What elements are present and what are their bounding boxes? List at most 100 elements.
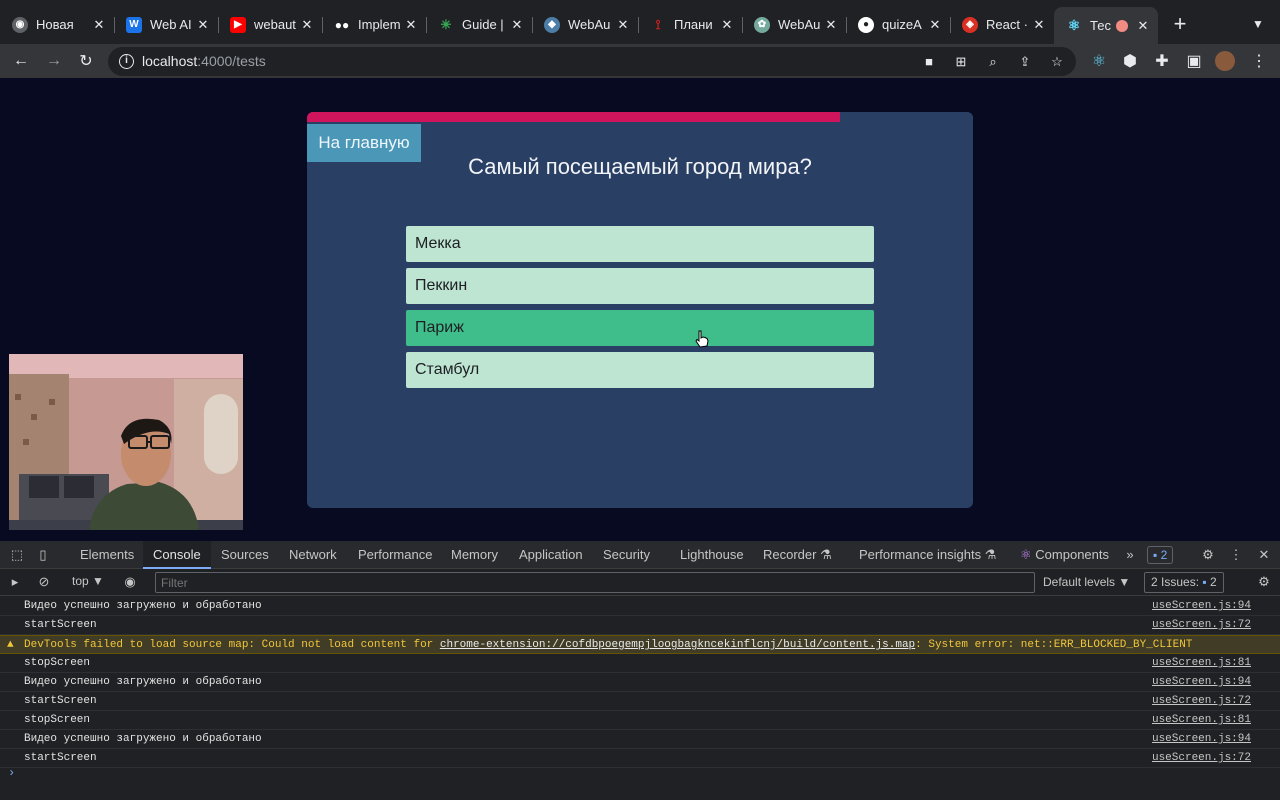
console-warning: ▲ DevTools failed to load source map: Co…	[0, 635, 1280, 654]
bookmark-star-icon[interactable]: ☆	[1048, 53, 1066, 71]
close-icon[interactable]: ✕	[926, 16, 944, 34]
zoom-icon[interactable]: ⌕	[984, 53, 1002, 71]
answer-option[interactable]: Париж	[406, 310, 874, 346]
browser-tab[interactable]: ⟟ Плани ✕	[638, 8, 742, 41]
close-icon[interactable]: ✕	[90, 16, 108, 34]
devtools-tab-performance[interactable]: Performance	[358, 541, 432, 569]
tab-search-icon[interactable]: ▼	[1248, 14, 1268, 34]
source-map-link[interactable]: chrome-extension://cofdbpoegempjloogbagk…	[440, 639, 915, 651]
devtools-tab-sources[interactable]: Sources	[221, 541, 269, 569]
planner-icon: ⟟	[650, 16, 666, 33]
browser-tab[interactable]: W Web AI ✕	[114, 8, 218, 41]
react-devtools-extension-icon[interactable]: ⚛	[1087, 49, 1111, 73]
issues-badge[interactable]: ▪ 2	[1147, 546, 1174, 564]
forward-icon[interactable]: →	[42, 49, 66, 73]
camera-icon[interactable]: ■	[920, 53, 938, 71]
devtools-tab-recorder[interactable]: Recorder ⚗	[763, 541, 832, 569]
browser-tab[interactable]: ●● Implem ✕	[322, 8, 426, 41]
devtools-tab-console[interactable]: Console	[143, 541, 211, 569]
browser-tab[interactable]: ◈ React · ✕	[950, 8, 1054, 41]
source-link[interactable]: useScreen.js:72	[1152, 619, 1251, 631]
github-icon: ●	[858, 16, 874, 33]
console-message: startScreen useScreen.js:72	[0, 749, 1280, 768]
webcam-preview	[9, 354, 243, 530]
console-message: Видео успешно загружено и обработано use…	[0, 673, 1280, 692]
translate-icon[interactable]: ⊞	[952, 53, 970, 71]
close-icon[interactable]: ✕	[1030, 16, 1048, 34]
issues-counter[interactable]: 2 Issues: ▪ 2	[1144, 572, 1224, 593]
chatgpt-icon: ✿	[754, 16, 770, 33]
new-tab-button[interactable]: +	[1168, 12, 1192, 36]
reload-icon[interactable]: ↻	[74, 49, 98, 73]
answer-option[interactable]: Мекка	[406, 226, 874, 262]
browser-tab[interactable]: ▶ webaut ✕	[218, 8, 322, 41]
quiz-progress-bar	[307, 112, 973, 122]
answer-option[interactable]: Стамбул	[406, 352, 874, 388]
browser-tab[interactable]: ◆ WebAu ✕	[532, 8, 638, 41]
console-filter-input[interactable]	[155, 572, 1035, 593]
source-link[interactable]: useScreen.js:81	[1152, 657, 1251, 669]
devtools-tab-elements[interactable]: Elements	[80, 541, 134, 569]
devtools-tab-network[interactable]: Network	[289, 541, 337, 569]
devtools-tab-performance-insights[interactable]: Performance insights ⚗	[859, 541, 996, 569]
extension-icon[interactable]: ⬢	[1118, 49, 1142, 73]
youtube-icon: ▶	[230, 16, 246, 33]
close-icon[interactable]: ✕	[402, 16, 420, 34]
close-icon[interactable]: ✕	[1256, 547, 1272, 563]
devtools-tab-application[interactable]: Application	[519, 541, 583, 569]
sidebar-toggle-icon[interactable]: ▸	[7, 574, 23, 590]
log-levels-dropdown[interactable]: Default levels ▼	[1043, 575, 1130, 589]
devtools-panel: ⬚ ▯ Elements Console Sources Network Per…	[0, 541, 1280, 800]
devtools-tab-components[interactable]: ⚛ Components	[1020, 541, 1109, 569]
source-link[interactable]: useScreen.js:94	[1152, 676, 1251, 688]
inspect-element-icon[interactable]: ⬚	[9, 547, 25, 563]
share-icon[interactable]: ⇪	[1016, 53, 1034, 71]
page-viewport: На главную Самый посещаемый город мира? …	[0, 78, 1280, 541]
device-toolbar-icon[interactable]: ▯	[35, 547, 51, 563]
side-panel-icon[interactable]: ▣	[1182, 49, 1206, 73]
console-message: stopScreen useScreen.js:81	[0, 654, 1280, 673]
console-prompt[interactable]: ›	[8, 766, 15, 780]
kebab-menu-icon[interactable]: ⋮	[1228, 547, 1244, 563]
eye-icon[interactable]: ◉	[122, 574, 138, 590]
source-link[interactable]: useScreen.js:81	[1152, 714, 1251, 726]
guide-icon: ✳	[438, 16, 454, 33]
devtools-tab-lighthouse[interactable]: Lighthouse	[680, 541, 744, 569]
quiz-question: Самый посещаемый город мира?	[468, 154, 812, 179]
source-link[interactable]: useScreen.js:72	[1152, 695, 1251, 707]
site-info-icon[interactable]: i	[119, 54, 134, 69]
close-icon[interactable]: ✕	[508, 16, 526, 34]
close-icon[interactable]: ✕	[614, 16, 632, 34]
dropdown-arrow-icon: ▼	[1118, 575, 1131, 589]
devtools-tab-security[interactable]: Security	[603, 541, 650, 569]
browser-tab-active[interactable]: ⚛ Тес ✕	[1054, 7, 1158, 44]
console-message: startScreen useScreen.js:72	[0, 692, 1280, 711]
gear-icon[interactable]: ⚙	[1256, 574, 1272, 590]
context-selector[interactable]: top ▼	[72, 574, 104, 588]
close-icon[interactable]: ✕	[298, 16, 316, 34]
console-output: Видео успешно загружено и обработано use…	[0, 597, 1280, 800]
console-message: startScreen useScreen.js:72	[0, 616, 1280, 635]
source-link[interactable]: useScreen.js:94	[1152, 600, 1251, 612]
browser-tab[interactable]: ✿ WebAu ✕	[742, 8, 846, 41]
message-icon: ▪	[1202, 575, 1207, 589]
back-icon[interactable]: ←	[9, 49, 33, 73]
address-bar[interactable]: i localhost:4000/tests ■ ⊞ ⌕ ⇪ ☆	[108, 47, 1076, 76]
clear-console-icon[interactable]: ⊘	[36, 574, 52, 590]
source-link[interactable]: useScreen.js:94	[1152, 733, 1251, 745]
more-tabs-icon[interactable]: »	[1122, 547, 1138, 563]
browser-tab[interactable]: ◉ Новая ✕	[0, 8, 114, 41]
source-link[interactable]: useScreen.js:72	[1152, 752, 1251, 764]
avatar[interactable]	[1213, 49, 1237, 73]
answer-option[interactable]: Пеккин	[406, 268, 874, 304]
close-icon[interactable]: ✕	[1134, 17, 1152, 35]
kebab-menu-icon[interactable]: ⋮	[1247, 49, 1271, 73]
close-icon[interactable]: ✕	[822, 16, 840, 34]
close-icon[interactable]: ✕	[194, 16, 212, 34]
gear-icon[interactable]: ⚙	[1200, 547, 1216, 563]
puzzle-icon[interactable]: ✚	[1150, 49, 1174, 73]
close-icon[interactable]: ✕	[718, 16, 736, 34]
devtools-tab-memory[interactable]: Memory	[451, 541, 498, 569]
browser-tab[interactable]: ● quizeA ✕	[846, 8, 950, 41]
browser-tab[interactable]: ✳ Guide | ✕	[426, 8, 532, 41]
